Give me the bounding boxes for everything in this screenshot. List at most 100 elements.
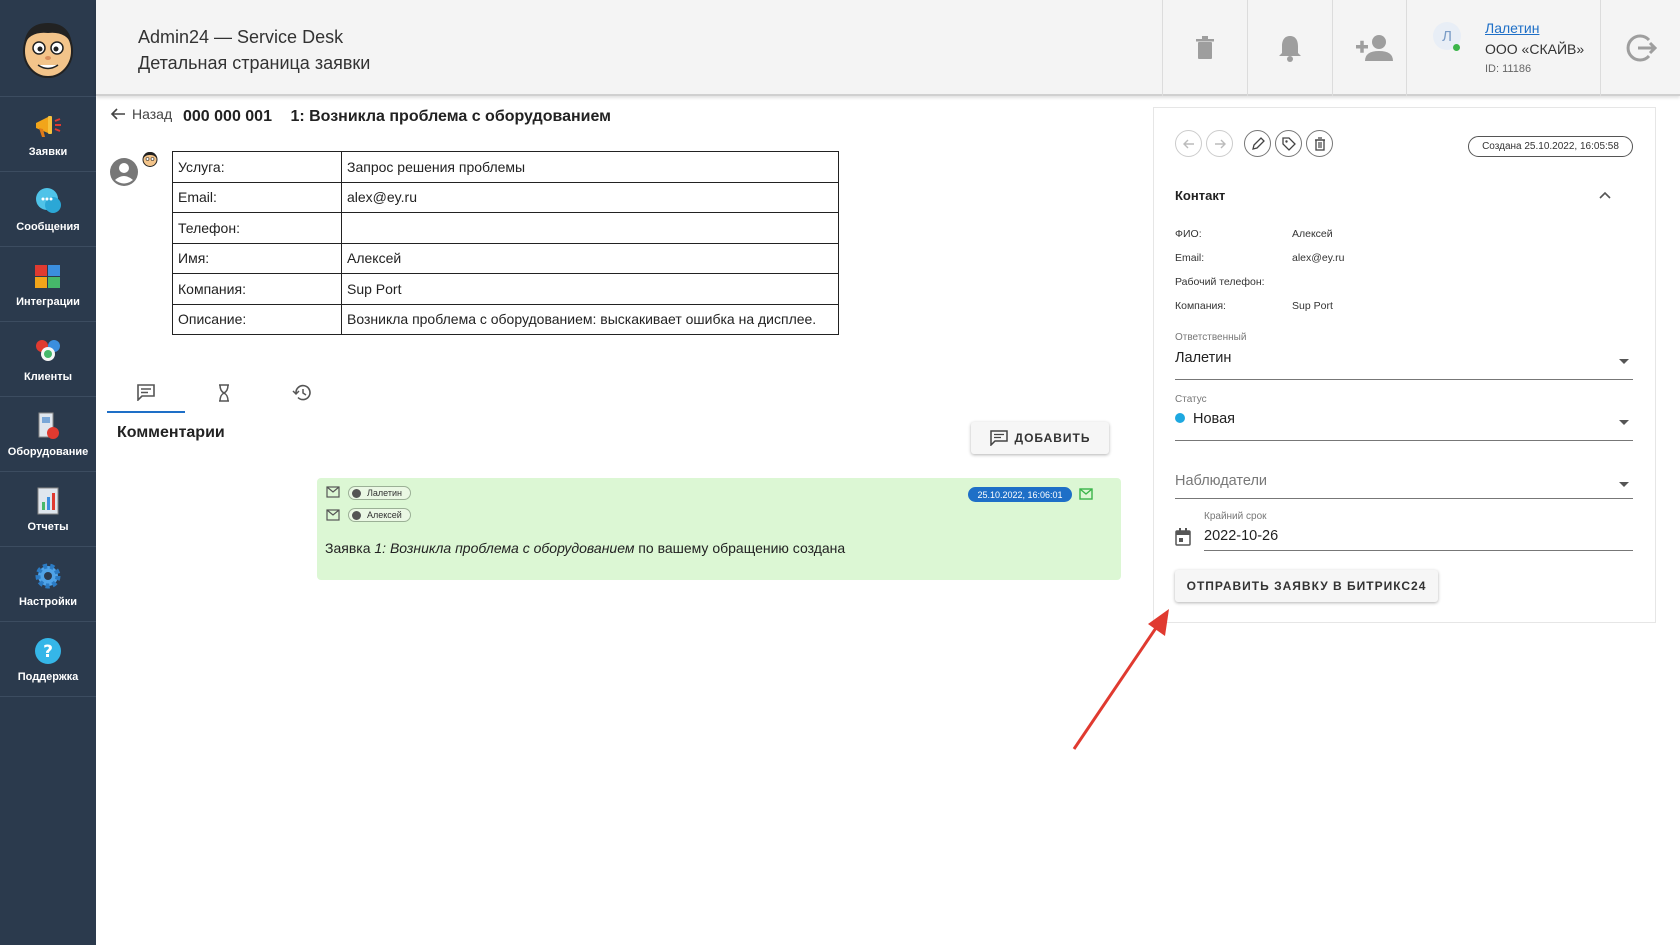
table-value: alex@ey.ru: [341, 181, 839, 213]
table-key: Email:: [172, 181, 342, 213]
svg-text:?: ?: [43, 642, 53, 662]
gear-icon: [33, 561, 63, 591]
sidebar-item-label: Отчеты: [27, 520, 69, 533]
ticket-number: 000 000 001: [183, 108, 272, 125]
table-row: Имя: Алексей: [172, 242, 839, 274]
trash-button[interactable]: [1162, 0, 1247, 96]
add-user-button[interactable]: [1332, 0, 1417, 96]
arrow-left-icon: [110, 108, 125, 120]
watchers-placeholder: Наблюдатели: [1175, 473, 1268, 489]
sidebar-item-settings[interactable]: Настройки: [0, 547, 96, 622]
comment-text: Заявка 1: Возникла проблема с оборудован…: [325, 540, 845, 556]
tab-comments[interactable]: [107, 373, 185, 413]
user-icon: [352, 488, 361, 498]
next-ticket-button[interactable]: [1206, 130, 1233, 157]
table-value: Возникла проблема с оборудованием: выска…: [341, 303, 839, 335]
printer-icon: [33, 411, 63, 441]
comment-to: Алексей: [367, 510, 402, 520]
user-name-link[interactable]: Лалетин: [1485, 20, 1539, 36]
contact-key: Компания:: [1175, 300, 1226, 312]
comment-text-end: по вашему обращению создана: [634, 540, 846, 556]
help-icon: ?: [33, 636, 63, 666]
puzzle-icon: [33, 261, 63, 291]
notifications-button[interactable]: [1247, 0, 1332, 96]
calendar-icon[interactable]: [1175, 528, 1191, 546]
table-key: Имя:: [172, 242, 342, 274]
sidebar-item-equipment[interactable]: Оборудование: [0, 397, 96, 472]
trash-icon: [1314, 136, 1325, 151]
delete-ticket-button[interactable]: [1306, 130, 1333, 157]
table-row: Компания: Sup Port: [172, 273, 839, 305]
contact-value: alex@ey.ru: [1292, 252, 1345, 264]
trash-icon: [1196, 36, 1214, 59]
chat-bubbles-icon: [33, 186, 63, 216]
sidebar-item-label: Интеграции: [16, 295, 80, 308]
tag-icon: [1281, 136, 1296, 151]
deadline-field[interactable]: Крайний срок 2022-10-26: [1204, 511, 1633, 551]
history-icon: [292, 384, 311, 401]
caret-down-icon: [1619, 482, 1629, 487]
status-select[interactable]: Статус Новая: [1175, 394, 1633, 441]
contact-value: Sup Port: [1292, 300, 1333, 312]
add-comment-button[interactable]: ДОБАВИТЬ: [971, 422, 1109, 454]
ticket-heading: 000 000 001 1: Возникла проблема с обору…: [183, 108, 611, 126]
sidebar-item-label: Клиенты: [23, 370, 72, 383]
caret-down-icon: [1619, 359, 1629, 364]
sidebar-item-messages[interactable]: Сообщения: [0, 172, 96, 247]
table-row: Email: alex@ey.ru: [172, 181, 839, 213]
table-row: Телефон:: [172, 212, 839, 244]
tab-time[interactable]: [185, 373, 263, 413]
field-label: Статус: [1175, 394, 1207, 405]
table-value: Sup Port: [341, 273, 839, 305]
created-date-badge: Создана 25.10.2022, 16:05:58: [1468, 136, 1633, 157]
prev-ticket-button[interactable]: [1175, 130, 1202, 157]
app-logo[interactable]: [0, 0, 96, 97]
ticket-side-panel: Создана 25.10.2022, 16:05:58 Контакт ФИО…: [1153, 107, 1656, 623]
watchers-select[interactable]: Наблюдатели: [1175, 458, 1633, 499]
pencil-icon: [1251, 136, 1265, 150]
mail-delivered-icon: [1079, 488, 1093, 500]
send-to-bitrix24-button[interactable]: ОТПРАВИТЬ ЗАЯВКУ В БИТРИКС24: [1175, 570, 1438, 602]
comment-ticket-ref: 1: Возникла проблема с оборудованием: [374, 540, 635, 556]
sidebar-item-label: Заявки: [28, 145, 68, 158]
comments-title: Комментарии: [117, 424, 225, 441]
sidebar-item-label: Поддержка: [17, 670, 79, 683]
responsible-select[interactable]: Ответственный Лалетин: [1175, 332, 1633, 380]
sidebar-item-reports[interactable]: Отчеты: [0, 472, 96, 547]
comment-date-badge: 25.10.2022, 16:06:01: [968, 487, 1072, 502]
table-value: Алексей: [341, 242, 839, 274]
sidebar-item-tickets[interactable]: Заявки: [0, 97, 96, 172]
mail-sent-icon: [326, 486, 340, 498]
comment-from-chip: Лалетин: [348, 486, 411, 500]
chevron-up-icon[interactable]: [1598, 190, 1612, 200]
redo-arrow-icon: [1214, 139, 1226, 148]
sidebar-item-label: Оборудование: [7, 445, 89, 458]
people-icon: [33, 336, 63, 366]
logout-button[interactable]: [1600, 0, 1680, 96]
table-key: Компания:: [172, 273, 342, 305]
caret-down-icon: [1619, 420, 1629, 425]
cartoon-face-logo-icon: [23, 23, 73, 78]
status-value: Новая: [1193, 411, 1235, 427]
page-subtitle: Детальная страница заявки: [138, 53, 371, 73]
back-label: Назад: [132, 106, 173, 122]
sidebar-item-label: Настройки: [18, 595, 78, 608]
ticket-info-table: Услуга: Запрос решения проблемы Email: ale…: [172, 151, 839, 335]
user-company: ООО «СКАЙВ»: [1485, 41, 1585, 57]
online-status-dot: [1453, 44, 1460, 51]
tab-history[interactable]: [263, 373, 341, 413]
header-title-block: Admin24 — Service Desk Детальная страниц…: [138, 24, 370, 76]
sidebar-item-integrations[interactable]: Интеграции: [0, 247, 96, 322]
table-value: [341, 212, 839, 244]
tag-button[interactable]: [1275, 130, 1302, 157]
table-row: Описание: Возникла проблема с оборудовани…: [172, 303, 839, 335]
logout-icon: [1626, 34, 1657, 62]
field-label: Ответственный: [1175, 332, 1247, 343]
sidebar-item-support[interactable]: ? Поддержка: [0, 622, 96, 697]
comment-to-chip: Алексей: [348, 508, 411, 522]
sidebar-item-clients[interactable]: Клиенты: [0, 322, 96, 397]
edit-button[interactable]: [1244, 130, 1271, 157]
ticket-tabs: [107, 373, 347, 413]
back-link[interactable]: Назад: [110, 106, 172, 122]
app-title: Admin24 — Service Desk: [138, 27, 344, 47]
